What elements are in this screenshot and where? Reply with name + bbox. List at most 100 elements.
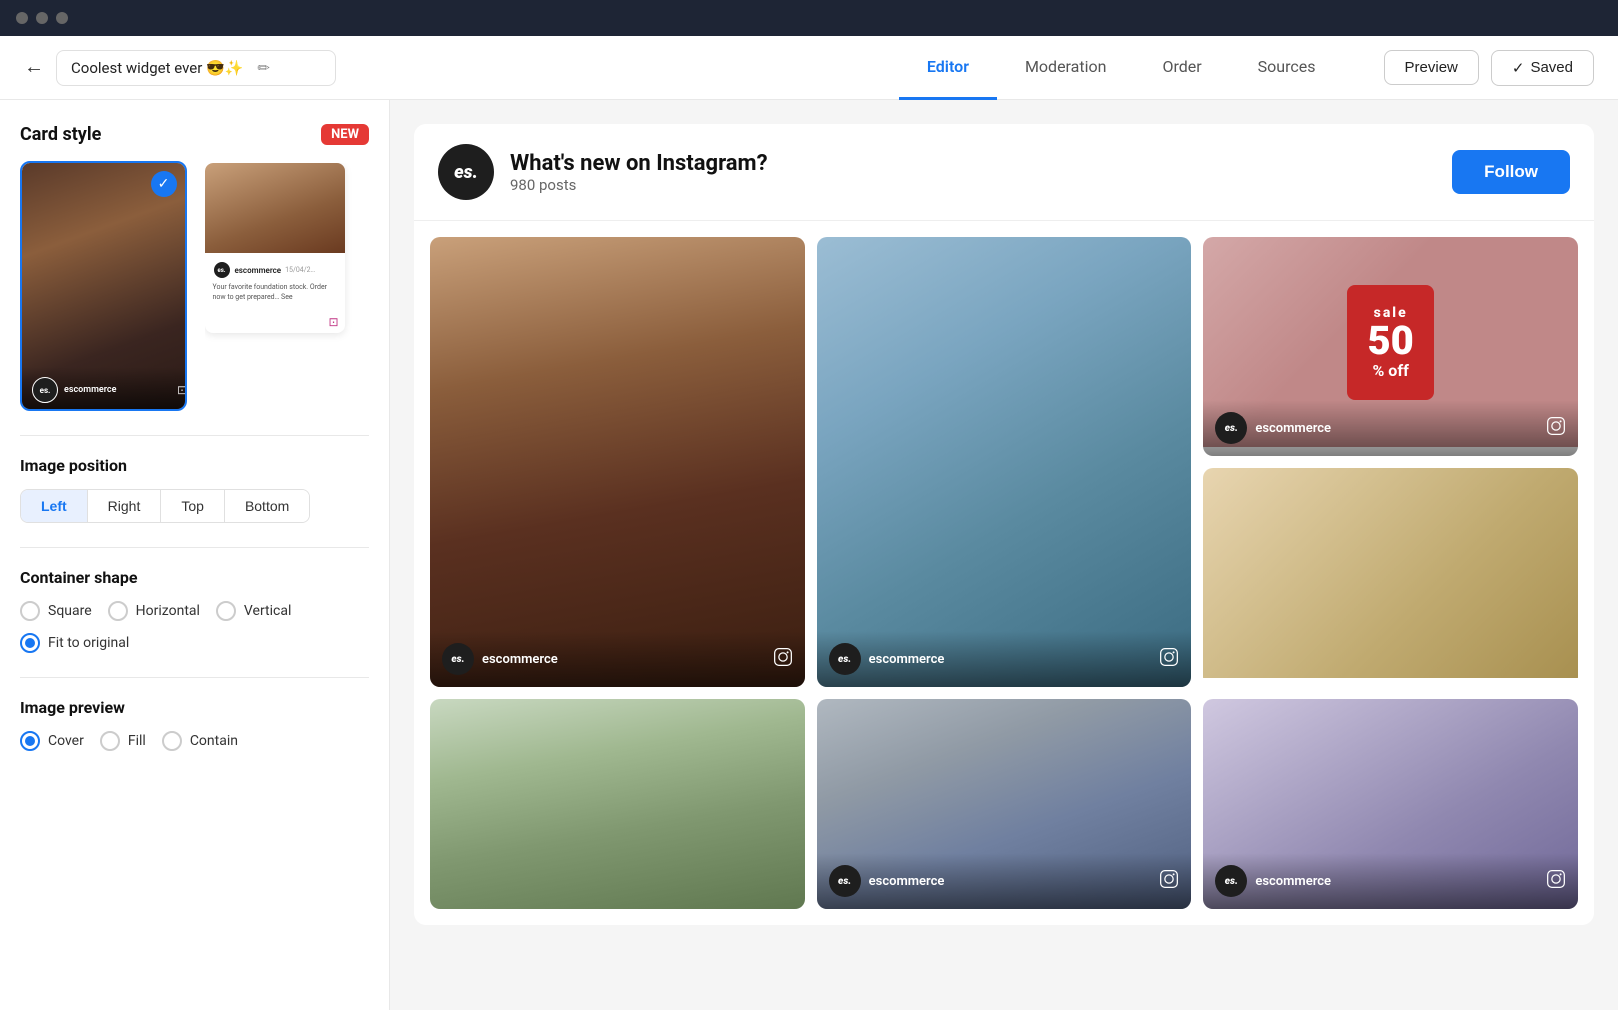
shape-square-radio[interactable] xyxy=(20,601,40,621)
sale-percent: 50 xyxy=(1367,321,1413,361)
preview-cover-radio[interactable] xyxy=(20,731,40,751)
shape-fit-label: Fit to original xyxy=(48,635,129,651)
tab-order[interactable]: Order xyxy=(1134,36,1229,100)
photo-fashion-2-ig-icon xyxy=(1159,869,1179,894)
card-2-avatar: es. xyxy=(213,261,231,279)
card-1-selected-check: ✓ xyxy=(151,171,177,197)
card-2-portrait-bg xyxy=(205,163,345,253)
image-position-title: Image position xyxy=(20,456,369,475)
preview-fill-radio[interactable] xyxy=(100,731,120,751)
sale-off: % off xyxy=(1367,361,1413,380)
title-text: Coolest widget ever 😎✨ xyxy=(71,59,243,77)
image-position-section: Image position Left Right Top Bottom xyxy=(20,456,369,523)
photo-sale-ig-icon xyxy=(1546,416,1566,441)
photo-card-sale[interactable]: sale 50 % off es. escommerce xyxy=(1203,237,1578,456)
position-tabs: Left Right Top Bottom xyxy=(20,489,310,523)
preview-contain-radio[interactable] xyxy=(162,731,182,751)
sidebar: Card style NEW es. escommerce ⊡ ✓ xyxy=(0,100,390,1010)
widget-subtitle: 980 posts xyxy=(510,176,1436,194)
photo-card-shoes[interactable] xyxy=(1203,468,1578,687)
photo-fashion-1-overlay: es. escommerce xyxy=(817,631,1192,687)
widget-logo: es. xyxy=(438,144,494,200)
pos-tab-top[interactable]: Top xyxy=(161,490,225,522)
widget-header: es. What's new on Instagram? 980 posts F… xyxy=(414,124,1594,221)
saved-button[interactable]: ✓ Saved xyxy=(1491,50,1594,86)
photo-1-ig-icon xyxy=(773,647,793,672)
pos-tab-right[interactable]: Right xyxy=(88,490,162,522)
window-dot-2 xyxy=(36,12,48,24)
card-2-date: 15/04/2… xyxy=(285,266,315,274)
preview-button[interactable]: Preview xyxy=(1384,50,1479,85)
photo-card-store[interactable] xyxy=(430,699,805,909)
tab-editor[interactable]: Editor xyxy=(899,36,997,100)
card-2-header: es. escommerce 15/04/2… xyxy=(213,261,337,279)
shape-vertical-label: Vertical xyxy=(244,603,291,619)
widget-title-input[interactable]: Coolest widget ever 😎✨ ✏ xyxy=(56,50,336,86)
preview-fill-label: Fill xyxy=(128,733,146,749)
photo-card-girls[interactable]: es. escommerce xyxy=(1203,699,1578,909)
tab-sources[interactable]: Sources xyxy=(1230,36,1344,100)
card-style-option-1[interactable]: es. escommerce ⊡ ✓ xyxy=(20,161,187,411)
divider-3 xyxy=(20,677,369,678)
photo-girls-avatar: es. xyxy=(1215,865,1247,897)
window-dot-3 xyxy=(56,12,68,24)
preview-contain-label: Contain xyxy=(190,733,238,749)
card-2-ig-icon: ⊡ xyxy=(328,315,338,329)
photo-1-avatar: es. xyxy=(442,643,474,675)
photo-1-name: escommerce xyxy=(482,652,558,667)
photo-fashion-2-avatar: es. xyxy=(829,865,861,897)
photo-portrait-bg xyxy=(430,237,805,687)
preview-contain[interactable]: Contain xyxy=(162,731,238,751)
photo-sale-avatar: es. xyxy=(1215,412,1247,444)
card-style-section: Card style NEW es. escommerce ⊡ ✓ xyxy=(20,124,369,411)
sale-card: sale 50 % off xyxy=(1347,285,1433,400)
tab-moderation[interactable]: Moderation xyxy=(997,36,1135,100)
widget-info: What's new on Instagram? 980 posts xyxy=(510,151,1436,194)
card-1-name: escommerce xyxy=(64,385,116,395)
photo-grid: es. escommerce sale 50 xyxy=(414,221,1594,925)
pos-tab-left[interactable]: Left xyxy=(21,490,88,522)
shape-fit-radio[interactable] xyxy=(20,633,40,653)
edit-icon[interactable]: ✏ xyxy=(257,59,270,77)
saved-label: Saved xyxy=(1530,59,1573,76)
photo-fashion-1-ig-icon xyxy=(1159,647,1179,672)
card-2-text: Your favorite foundation stock. Order no… xyxy=(213,283,337,303)
window-dot-1 xyxy=(16,12,28,24)
preview-fill[interactable]: Fill xyxy=(100,731,146,751)
shape-row-1: Square Horizontal Vertical xyxy=(20,601,369,621)
nav-actions: Preview ✓ Saved xyxy=(1384,50,1594,86)
photo-girls-name: escommerce xyxy=(1255,874,1331,889)
photo-sale-overlay: es. escommerce xyxy=(1203,400,1578,456)
photo-sale-name: escommerce xyxy=(1255,421,1331,436)
divider-1 xyxy=(20,435,369,436)
photo-1-overlay: es. escommerce xyxy=(430,631,805,687)
divider-2 xyxy=(20,547,369,548)
card-2-name: escommerce xyxy=(235,266,282,275)
photo-fashion-2-overlay: es. escommerce xyxy=(817,853,1192,909)
image-preview-section: Image preview Cover Fill Contain xyxy=(20,698,369,751)
shape-fit[interactable]: Fit to original xyxy=(20,633,129,653)
shape-square[interactable]: Square xyxy=(20,601,92,621)
preview-cover-label: Cover xyxy=(48,733,84,749)
photo-card-fashion-1[interactable]: es. escommerce xyxy=(817,237,1192,687)
card-style-option-2[interactable]: es. escommerce 15/04/2… Your favorite fo… xyxy=(203,161,370,411)
card-1-ig-icon: ⊡ xyxy=(177,383,187,397)
shape-vertical-radio[interactable] xyxy=(216,601,236,621)
shape-horizontal-label: Horizontal xyxy=(136,603,200,619)
preview-cover[interactable]: Cover xyxy=(20,731,84,751)
container-shape-section: Container shape Square Horizontal Vertic… xyxy=(20,568,369,653)
shape-radio-group: Square Horizontal Vertical Fit to origin… xyxy=(20,601,369,653)
shape-row-2: Fit to original xyxy=(20,633,369,653)
photo-card-portrait-large[interactable]: es. escommerce xyxy=(430,237,805,687)
photo-girls-overlay: es. escommerce xyxy=(1203,853,1578,909)
pos-tab-bottom[interactable]: Bottom xyxy=(225,490,309,522)
photo-shoes-bg xyxy=(1203,468,1578,678)
photo-fashion-1-name: escommerce xyxy=(869,652,945,667)
follow-button[interactable]: Follow xyxy=(1452,150,1570,194)
back-button[interactable]: ← xyxy=(24,56,44,79)
photo-card-fashion-2[interactable]: es. escommerce xyxy=(817,699,1192,909)
shape-vertical[interactable]: Vertical xyxy=(216,601,291,621)
nav-tabs: Editor Moderation Order Sources xyxy=(899,36,1344,100)
shape-horizontal[interactable]: Horizontal xyxy=(108,601,200,621)
shape-horizontal-radio[interactable] xyxy=(108,601,128,621)
